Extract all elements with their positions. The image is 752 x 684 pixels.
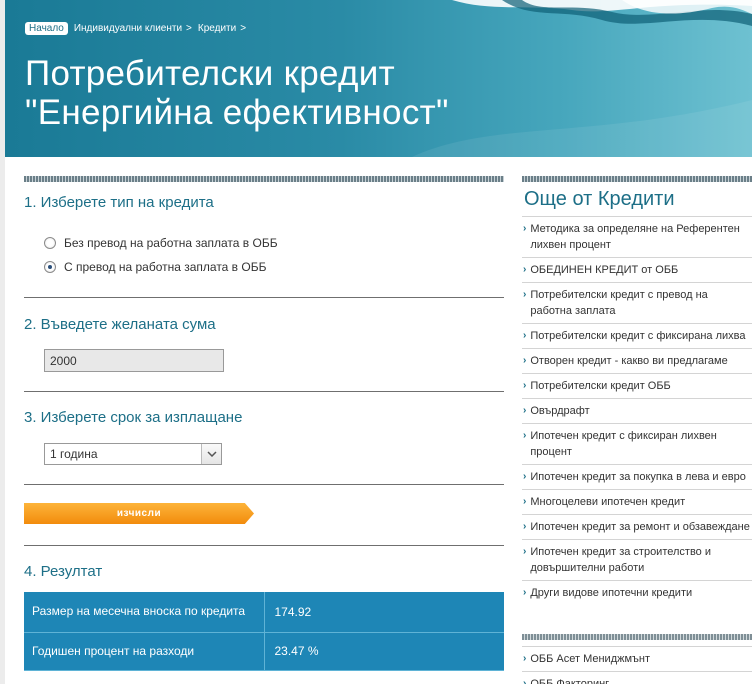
- chevron-right-icon: ›: [523, 264, 527, 275]
- sidebar-item-label: Методика за определяне на Референтен лих…: [530, 223, 740, 251]
- sidebar-item-label: Многоцелеви ипотечен кредит: [530, 496, 686, 508]
- breadcrumb-separator: >: [240, 23, 247, 34]
- radio-option-no-salary-transfer[interactable]: Без превод на работна заплата в ОББ: [44, 236, 278, 250]
- sidebar-item-label: Ипотечен кредит с фиксиран лихвен процен…: [530, 430, 717, 458]
- chevron-right-icon: ›: [523, 223, 527, 234]
- breadcrumb-item-individual-clients[interactable]: Индивидуални клиенти: [74, 23, 182, 34]
- sidebar-item-label: ОББ Факторинг: [530, 678, 610, 684]
- chevron-right-icon: ›: [523, 587, 527, 598]
- sidebar-item-label: Други видове ипотечни кредити: [530, 587, 693, 599]
- section-divider: [24, 484, 504, 485]
- amount-input[interactable]: [44, 349, 224, 372]
- step3-title: 3. Изберете срок за изплащане: [24, 409, 243, 426]
- sidebar-list-secondary: › ОББ Асет Мениджмънт › ОББ Факторинг: [522, 646, 752, 684]
- radio-option-with-salary-transfer[interactable]: С превод на работна заплата в ОББ: [44, 260, 266, 274]
- sidebar-item-label: Потребителски кредит ОББ: [530, 380, 671, 392]
- radio-button-selected[interactable]: [44, 261, 56, 273]
- chevron-right-icon: ›: [523, 496, 527, 507]
- chevron-right-icon: ›: [523, 330, 527, 341]
- page-title: Потребителски кредит "Енергийна ефективн…: [25, 54, 449, 132]
- sidebar-item-label: ОББ Асет Мениджмънт: [530, 653, 651, 665]
- sidebar-item-mortgage-purchase[interactable]: › Ипотечен кредит за покупка в лева и евр…: [522, 464, 752, 489]
- sidebar-item-label: Потребителски кредит с фиксирана лихва: [530, 330, 746, 342]
- chevron-right-icon: ›: [523, 471, 527, 482]
- result-value: 23.47 %: [264, 632, 504, 671]
- term-select[interactable]: 1 година: [44, 443, 222, 465]
- result-label: Годишен процент на разходи: [24, 632, 265, 671]
- sidebar-item-mortgage-fixed[interactable]: › Ипотечен кредит с фиксиран лихвен проце…: [522, 423, 752, 464]
- hero-banner: Начало Индивидуални клиенти > Кредити > …: [5, 0, 752, 157]
- sidebar-item-factoring[interactable]: › ОББ Факторинг: [522, 671, 752, 684]
- striped-divider: [522, 176, 752, 182]
- page-title-line-2: "Енергийна ефективност": [25, 93, 449, 132]
- sidebar-item-multipurpose-mortgage[interactable]: › Многоцелеви ипотечен кредит: [522, 489, 752, 514]
- result-row-monthly-payment: Размер на месечна вноска по кредита 174.…: [24, 592, 504, 633]
- result-table: Размер на месечна вноска по кредита 174.…: [24, 592, 504, 671]
- sidebar-item-fixed-rate[interactable]: › Потребителски кредит с фиксирана лихва: [522, 323, 752, 348]
- sidebar-item-label: Ипотечен кредит за ремонт и обзавеждане: [530, 521, 750, 533]
- breadcrumb-separator: >: [186, 23, 192, 34]
- sidebar-item-united-credit[interactable]: › ОБЕДИНЕН КРЕДИТ от ОББ: [522, 257, 752, 282]
- term-select-value: 1 година: [50, 447, 98, 461]
- page-title-line-1: Потребителски кредит: [25, 54, 395, 93]
- decorative-waves-icon: [412, 0, 752, 157]
- sidebar-list: › Методика за определяне на Референтен ли…: [522, 216, 752, 605]
- breadcrumb-item-credits[interactable]: Кредити: [198, 23, 236, 34]
- sidebar-item-open-credit[interactable]: › Отворен кредит - какво ви предлагаме: [522, 348, 752, 373]
- striped-divider: [24, 176, 504, 182]
- sidebar-more-credits: Още от Кредити › Методика за определяне н…: [522, 176, 752, 684]
- loan-calculator: 1. Изберете тип на кредита Без превод на…: [24, 176, 504, 671]
- sidebar-item-other-mortgages[interactable]: › Други видове ипотечни кредити: [522, 580, 752, 605]
- result-row-apr: Годишен процент на разходи 23.47 %: [24, 632, 504, 671]
- section-divider: [24, 545, 504, 546]
- section-divider: [24, 297, 504, 298]
- sidebar-item-mortgage-renovation[interactable]: › Ипотечен кредит за ремонт и обзавеждане: [522, 514, 752, 539]
- sidebar-item-mortgage-construction[interactable]: › Ипотечен кредит за строителство и довър…: [522, 539, 752, 580]
- sidebar-item-asset-management[interactable]: › ОББ Асет Мениджмънт: [522, 646, 752, 671]
- chevron-right-icon: ›: [523, 405, 527, 416]
- chevron-right-icon: ›: [523, 678, 527, 684]
- chevron-right-icon: ›: [523, 546, 527, 557]
- chevron-right-icon: ›: [523, 653, 527, 664]
- sidebar-item-consumer-credit[interactable]: › Потребителски кредит ОББ: [522, 373, 752, 398]
- sidebar-title: Още от Кредити: [524, 188, 675, 210]
- sidebar-item-reference-rate[interactable]: › Методика за определяне на Референтен ли…: [522, 216, 752, 257]
- sidebar-item-salary-transfer[interactable]: › Потребителски кредит с превод на работн…: [522, 282, 752, 323]
- sidebar-item-label: Ипотечен кредит за строителство и довърш…: [530, 546, 711, 574]
- breadcrumb: Начало Индивидуални клиенти > Кредити >: [25, 22, 252, 35]
- radio-button[interactable]: [44, 237, 56, 249]
- chevron-right-icon: ›: [523, 380, 527, 391]
- step2-title: 2. Въведете желаната сума: [24, 316, 216, 333]
- sidebar-item-label: Ипотечен кредит за покупка в лева и евро: [530, 471, 746, 483]
- radio-label: Без превод на работна заплата в ОББ: [64, 236, 278, 250]
- sidebar-item-label: Потребителски кредит с превод на работна…: [530, 289, 708, 317]
- chevron-right-icon: ›: [523, 355, 527, 366]
- section-divider: [24, 391, 504, 392]
- radio-label: С превод на работна заплата в ОББ: [64, 260, 267, 274]
- result-label: Размер на месечна вноска по кредита: [24, 592, 265, 633]
- chevron-right-icon: ›: [523, 289, 527, 300]
- step1-title: 1. Изберете тип на кредита: [24, 194, 214, 211]
- chevron-down-icon[interactable]: [201, 444, 221, 464]
- step4-title: 4. Резултат: [24, 563, 103, 580]
- breadcrumb-home-link[interactable]: Начало: [25, 22, 68, 35]
- sidebar-item-label: Отворен кредит - какво ви предлагаме: [530, 355, 728, 367]
- result-value: 174.92: [264, 592, 504, 633]
- sidebar-item-overdraft[interactable]: › Овърдрафт: [522, 398, 752, 423]
- sidebar-item-label: ОБЕДИНЕН КРЕДИТ от ОББ: [530, 264, 679, 276]
- chevron-right-icon: ›: [523, 521, 527, 532]
- striped-divider: [522, 634, 752, 640]
- chevron-right-icon: ›: [523, 430, 527, 441]
- calculate-button[interactable]: изчисли: [24, 503, 254, 524]
- sidebar-item-label: Овърдрафт: [530, 405, 590, 417]
